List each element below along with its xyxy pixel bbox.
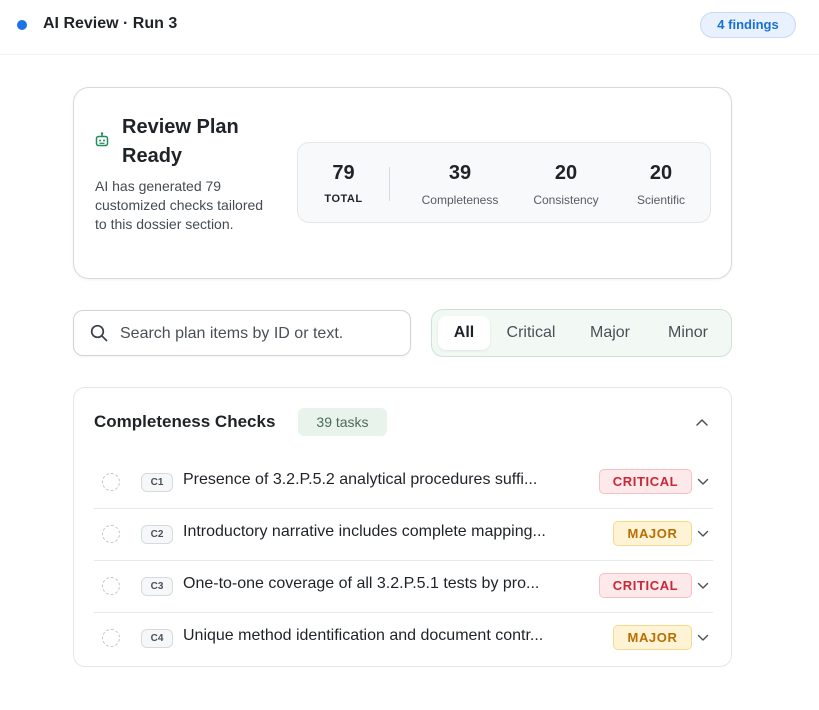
stat-completeness-value: 39 [448, 162, 472, 184]
stat-scientific-value: 20 [649, 162, 673, 184]
filter-major[interactable]: Major [580, 316, 640, 350]
chevron-down-icon[interactable] [697, 530, 709, 538]
filter-all[interactable]: All [438, 316, 490, 350]
completeness-checks-section: Completeness Checks 39 tasks C1 Presence… [73, 387, 732, 667]
section-title: Completeness Checks [94, 412, 276, 431]
status-dot-icon [17, 20, 27, 30]
status-circle-icon[interactable] [102, 473, 120, 491]
stat-scientific-label: Scientific [636, 193, 686, 207]
check-row-c4[interactable]: C4 Unique method identification and docu… [94, 613, 713, 665]
severity-badge: CRITICAL [599, 573, 692, 598]
stat-completeness: 39 Completeness [410, 143, 510, 224]
plan-title: Review Plan Ready [122, 116, 239, 167]
check-id: C1 [141, 473, 173, 492]
severity-filter: All Critical Major Minor [431, 309, 732, 357]
check-row-c1[interactable]: C1 Presence of 3.2.P.5.2 analytical proc… [94, 457, 713, 509]
check-text: One-to-one coverage of all 3.2.P.5.1 tes… [183, 575, 540, 592]
chevron-down-icon[interactable] [697, 478, 709, 486]
check-id: C3 [141, 577, 173, 596]
check-text: Presence of 3.2.P.5.2 analytical procedu… [183, 471, 538, 488]
robot-icon [95, 132, 109, 147]
check-row-c3[interactable]: C3 One-to-one coverage of all 3.2.P.5.1 … [94, 561, 713, 613]
severity-badge: MAJOR [613, 625, 692, 650]
status-circle-icon[interactable] [102, 629, 120, 647]
task-count-badge: 39 tasks [298, 408, 387, 436]
check-text: Introductory narrative includes complete… [183, 523, 546, 540]
stat-total-label: TOTAL [324, 193, 363, 205]
stat-scientific: 20 Scientific [620, 143, 702, 224]
check-text: Unique method identification and documen… [183, 627, 544, 644]
review-plan-card: Review Plan Ready AI has generated 79 cu… [73, 87, 732, 279]
stat-divider [389, 167, 390, 201]
status-circle-icon[interactable] [102, 577, 120, 595]
search-input[interactable] [120, 322, 400, 346]
search-box[interactable] [73, 310, 411, 356]
stat-total: 79 TOTAL [298, 143, 389, 224]
filter-minor[interactable]: Minor [656, 316, 720, 350]
stat-consistency-value: 20 [554, 162, 578, 184]
plan-description: AI has generated 79 customized checks ta… [95, 178, 264, 232]
chevron-up-icon[interactable] [695, 417, 709, 427]
chevron-down-icon[interactable] [697, 582, 709, 590]
search-icon [90, 324, 108, 342]
stat-total-value: 79 [332, 162, 355, 184]
stat-consistency: 20 Consistency [520, 143, 612, 224]
top-bar: AI Review · Run 3 4 findings [0, 0, 819, 55]
check-id: C4 [141, 629, 173, 648]
severity-badge: MAJOR [613, 521, 692, 546]
stat-consistency-label: Consistency [533, 193, 599, 207]
severity-badge: CRITICAL [599, 469, 692, 494]
status-circle-icon[interactable] [102, 525, 120, 543]
findings-badge[interactable]: 4 findings [700, 12, 796, 38]
stat-completeness-label: Completeness [421, 193, 499, 207]
filter-critical[interactable]: Critical [496, 316, 566, 350]
check-id: C2 [141, 525, 173, 544]
run-title: AI Review · Run 3 [43, 15, 178, 32]
chevron-down-icon[interactable] [697, 634, 709, 642]
check-row-c2[interactable]: C2 Introductory narrative includes compl… [94, 509, 713, 561]
plan-stats: 79 TOTAL 39 Completeness 20 Consistency … [297, 142, 711, 223]
